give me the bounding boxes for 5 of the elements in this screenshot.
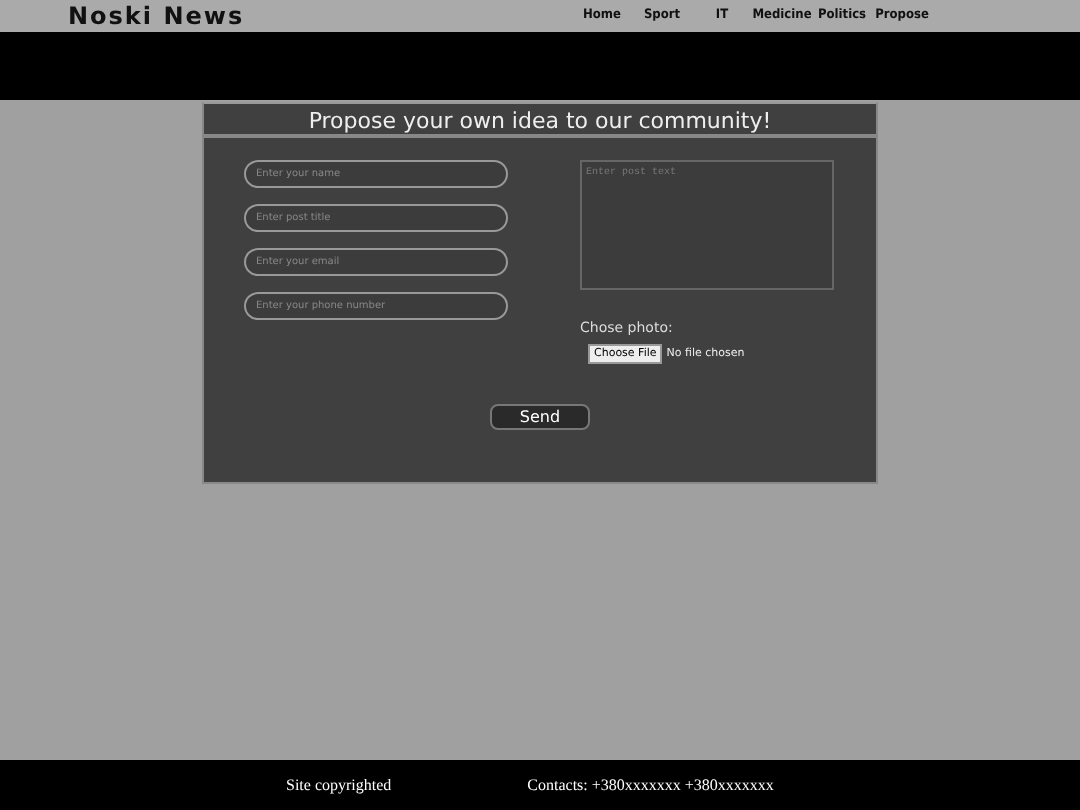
- contacts-text: Contacts: +380xxxxxxx +380xxxxxxx: [527, 773, 774, 797]
- send-button[interactable]: Send: [490, 404, 590, 430]
- form-title: Propose your own idea to our community!: [204, 104, 876, 138]
- site-logo: Noski News: [68, 4, 245, 28]
- copyright-text: Site copyrighted: [286, 773, 392, 797]
